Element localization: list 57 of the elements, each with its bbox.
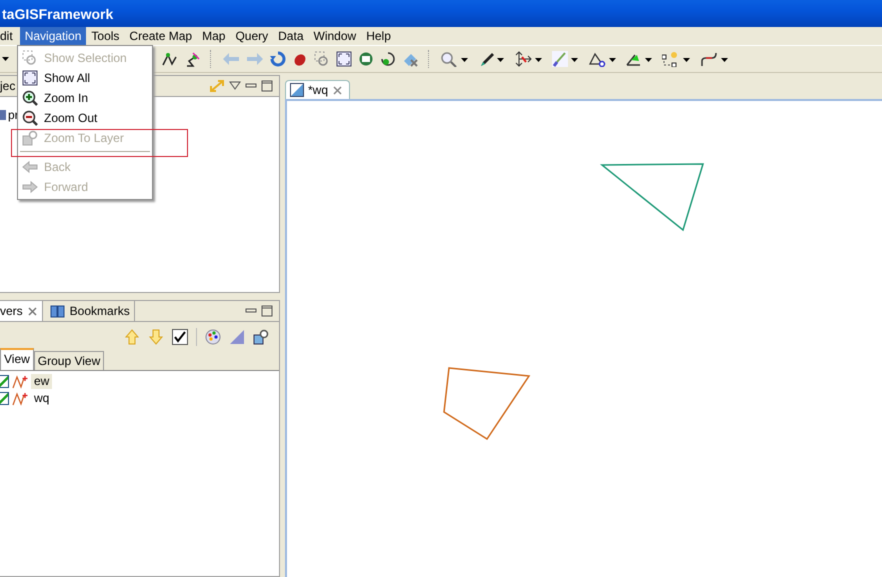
edge-edit-icon[interactable] <box>184 51 200 67</box>
panel-tab[interactable]: jec <box>0 77 16 95</box>
panel-tab[interactable]: vers <box>0 301 43 321</box>
zoom-out-icon <box>22 110 38 126</box>
polygon-vertex-icon[interactable] <box>588 51 606 67</box>
line-layer-icon <box>12 374 28 388</box>
project-icon <box>0 108 6 122</box>
refresh-icon[interactable] <box>270 51 286 67</box>
layer-checkbox[interactable] <box>0 375 9 388</box>
forward-arrow-icon <box>22 179 38 195</box>
vertex-add-icon[interactable] <box>662 51 680 67</box>
menu-item[interactable]: Create Map <box>124 27 198 45</box>
menu-item[interactable]: Query <box>230 27 274 45</box>
menu-item[interactable]: Navigation <box>20 27 86 45</box>
layer-checkbox[interactable] <box>0 392 9 405</box>
undo-icon[interactable] <box>380 51 396 67</box>
menu-item[interactable]: Zoom Out <box>18 108 152 128</box>
close-icon[interactable] <box>26 306 38 316</box>
window-title: taGISFramework <box>2 6 114 22</box>
close-icon[interactable] <box>332 84 344 96</box>
layer-zoom-icon <box>22 130 38 146</box>
view-tab[interactable]: View <box>0 348 34 370</box>
pen-icon[interactable] <box>478 51 494 67</box>
menu-item[interactable]: Data <box>273 27 308 45</box>
zoom-selection-icon[interactable] <box>314 51 330 67</box>
book-icon <box>50 304 66 318</box>
brush-icon[interactable] <box>552 51 568 67</box>
menu-item[interactable]: dit <box>0 27 18 45</box>
palette-icon[interactable] <box>205 329 221 345</box>
move-arrows-icon[interactable] <box>514 51 532 67</box>
maximize-icon[interactable] <box>261 80 273 92</box>
full-extent-icon <box>22 70 38 86</box>
layer-zoom-icon[interactable] <box>253 329 269 345</box>
search-icon[interactable] <box>440 51 458 67</box>
back-arrow-icon <box>22 159 38 175</box>
menu-item[interactable]: Help <box>361 27 396 45</box>
tree-item[interactable]: pr <box>8 107 19 123</box>
full-extent-icon[interactable] <box>336 51 352 67</box>
layer-name[interactable]: ew <box>31 374 52 389</box>
menu-item[interactable]: Zoom In <box>18 88 152 108</box>
menu-item[interactable]: Tools <box>86 27 124 45</box>
maximize-icon[interactable] <box>261 305 273 317</box>
zoom-in-icon <box>22 90 38 106</box>
checkmark-icon[interactable] <box>172 329 188 345</box>
menu-item[interactable]: Window <box>308 27 362 45</box>
editor-tab[interactable]: *wq <box>285 80 350 99</box>
view-tab[interactable]: Group View <box>34 351 104 370</box>
line-node-icon[interactable] <box>162 51 178 67</box>
curve-line-icon[interactable] <box>700 51 718 67</box>
map-icon <box>290 83 304 97</box>
line-layer-icon <box>12 392 28 406</box>
zoom-selection-icon <box>22 50 38 66</box>
panel-tab[interactable]: Bookmarks <box>46 301 135 321</box>
view-menu-icon[interactable] <box>229 81 241 91</box>
layer-name[interactable]: wq <box>31 391 52 406</box>
menu-item[interactable]: Show All <box>18 68 152 88</box>
menu-item[interactable]: Map <box>197 27 230 45</box>
